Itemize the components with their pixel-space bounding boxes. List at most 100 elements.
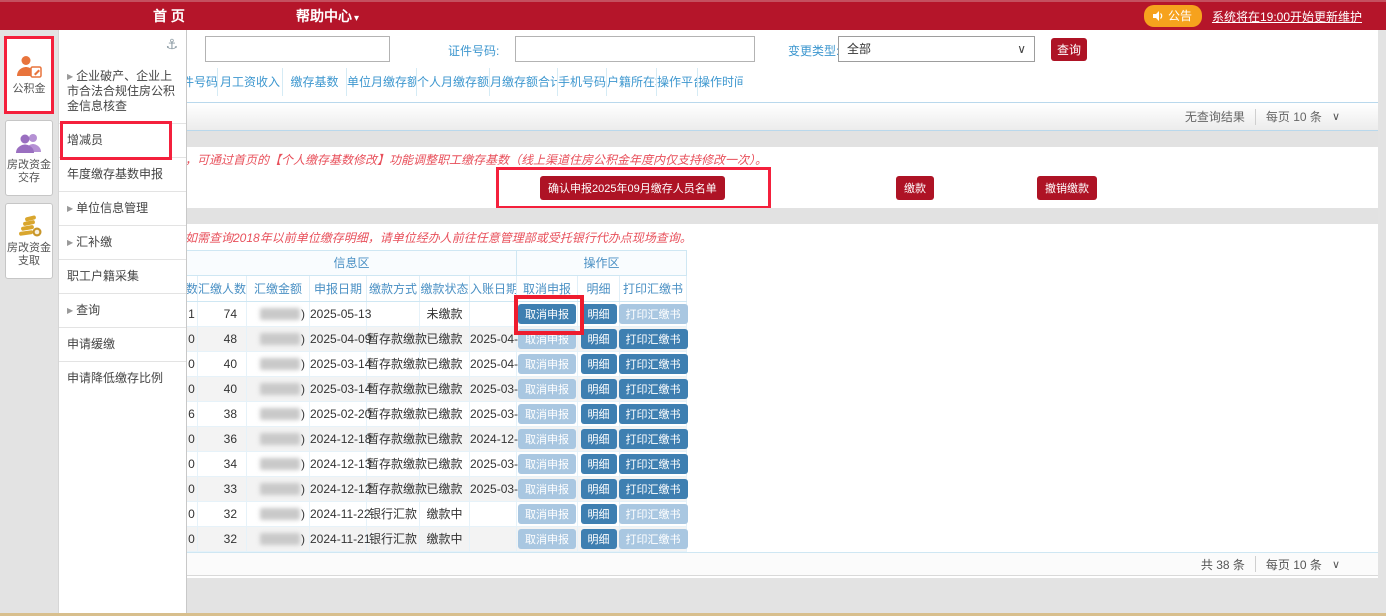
detail-button[interactable]: 明细	[581, 379, 617, 399]
print-remit-button[interactable]: 打印汇缴书	[619, 479, 688, 499]
cell-pay-status: 已缴款	[420, 402, 470, 427]
group-header-row: 信息区 操作区	[186, 250, 687, 276]
expand-arrow-icon: ▶	[67, 306, 73, 315]
anchor-pin-icon[interactable]: ⚓	[165, 36, 178, 53]
cell-pay-method: 银行汇款	[367, 502, 420, 527]
column-header: 月工资收入	[218, 68, 283, 96]
table-row: 0 36 ) 2024-12-18 暂存款缴款 已缴款 2024-12-18 取…	[186, 427, 687, 452]
cell-print: 打印汇缴书	[620, 402, 687, 427]
menu-item-hukou-collect[interactable]: 职工户籍采集	[59, 260, 186, 294]
cell-amount: )	[247, 452, 310, 477]
cancel-pay-button[interactable]: 撤销缴款	[1037, 176, 1097, 200]
rail-item-label: 公积金	[13, 83, 46, 96]
confirm-declare-button[interactable]: 确认申报2025年09月缴存人员名单	[540, 176, 725, 200]
masked-amount	[260, 358, 300, 370]
detail-button[interactable]: 明细	[581, 304, 617, 324]
people-icon	[15, 132, 43, 156]
column-header: 件号码	[182, 68, 218, 96]
detail-button[interactable]: 明细	[581, 354, 617, 374]
rail-item-gongjijin[interactable]: 公积金	[5, 37, 53, 113]
column-header: 操作平台	[657, 68, 698, 96]
pay-button[interactable]: 缴款	[896, 176, 934, 200]
menu-item-unit-info[interactable]: ▶单位信息管理	[59, 192, 186, 226]
cell-cancel-declare: 取消申报	[517, 527, 578, 552]
cell-people-count: 34	[198, 452, 247, 477]
nav-home[interactable]: 首 页	[153, 2, 185, 30]
table-row: 0 34 ) 2024-12-13 暂存款缴款 已缴款 2025-03-14 取…	[186, 452, 687, 477]
query-button[interactable]: 查询	[1051, 38, 1087, 61]
rail-item-fanggai-jiaocun[interactable]: 房改资金交存	[5, 120, 53, 196]
masked-amount	[260, 408, 300, 420]
account-input[interactable]	[205, 36, 390, 62]
id-number-input[interactable]	[515, 36, 755, 62]
announcement-bar: 公告 系统将在19:00开始更新维护	[1144, 2, 1362, 30]
change-type-select[interactable]: 全部 ∨	[838, 36, 1035, 62]
cell-amount: )	[247, 352, 310, 377]
cell-cancel-declare: 取消申报	[517, 302, 578, 327]
detail-button[interactable]: 明细	[581, 454, 617, 474]
print-remit-button: 打印汇缴书	[619, 504, 688, 524]
cell-detail: 明细	[578, 302, 620, 327]
cell-declare-date: 2025-02-20	[310, 402, 367, 427]
cell-pay-status: 已缴款	[420, 377, 470, 402]
change-type-value: 全部	[847, 42, 871, 56]
cell-declare-date: 2025-05-13	[310, 302, 367, 327]
table-row: 0 48 ) 2025-04-09 暂存款缴款 已缴款 2025-04-09 取…	[186, 327, 687, 352]
menu-item-annual-base-declare[interactable]: 年度缴存基数申报	[59, 158, 186, 192]
cell-amount: )	[247, 377, 310, 402]
detail-button[interactable]: 明细	[581, 329, 617, 349]
column-header: 入账日期	[470, 276, 517, 301]
column-header: 数	[186, 276, 198, 301]
cancel-declare-button: 取消申报	[518, 479, 576, 499]
employee-table-statusbar: 无查询结果 每页 10 条 ∨	[90, 102, 1378, 131]
cancel-declare-button[interactable]: 取消申报	[518, 304, 576, 324]
detail-button[interactable]: 明细	[581, 404, 617, 424]
cell-pay-method: 银行汇款	[367, 527, 420, 552]
print-remit-button[interactable]: 打印汇缴书	[619, 354, 688, 374]
cell-count-n: 6	[186, 402, 198, 427]
detail-button[interactable]: 明细	[581, 429, 617, 449]
chevron-down-icon[interactable]: ∨	[1332, 558, 1340, 571]
menu-item-huibujiao[interactable]: ▶汇补缴	[59, 226, 186, 260]
masked-amount	[260, 308, 300, 320]
menu-item-enterprise-check[interactable]: ▶企业破产、企业上市合法合规住房公积金信息核查	[59, 60, 186, 124]
print-remit-button[interactable]: 打印汇缴书	[619, 429, 688, 449]
print-remit-button[interactable]: 打印汇缴书	[619, 404, 688, 424]
print-remit-button: 打印汇缴书	[619, 529, 688, 549]
cell-cancel-declare: 取消申报	[517, 327, 578, 352]
column-header: 汇缴金额	[247, 276, 310, 301]
cell-pay-status: 已缴款	[420, 352, 470, 377]
cell-detail: 明细	[578, 502, 620, 527]
speaker-icon	[1152, 10, 1164, 22]
print-remit-button[interactable]: 打印汇缴书	[619, 454, 688, 474]
detail-button[interactable]: 明细	[581, 479, 617, 499]
column-header: 打印汇缴书	[620, 276, 687, 301]
menu-item-apply-defer[interactable]: 申请缓缴	[59, 328, 186, 362]
rail-item-fanggai-zhiqu[interactable]: 房改资金支取	[5, 203, 53, 279]
cell-print: 打印汇缴书	[620, 327, 687, 352]
cell-pay-method: 暂存款缴款	[367, 377, 420, 402]
detail-button[interactable]: 明细	[581, 504, 617, 524]
pager: 共 38 条 每页 10 条 ∨	[1201, 556, 1378, 573]
column-header: 单位月缴存额	[347, 68, 417, 96]
menu-item-apply-lower-ratio[interactable]: 申请降低缴存比例	[59, 362, 186, 395]
cell-detail: 明细	[578, 452, 620, 477]
menu-item-zengjianyuan[interactable]: 增减员	[59, 124, 186, 158]
chevron-down-icon[interactable]: ∨	[1332, 110, 1340, 123]
cell-cancel-declare: 取消申报	[517, 477, 578, 502]
print-remit-button[interactable]: 打印汇缴书	[619, 379, 688, 399]
announcement-link[interactable]: 系统将在19:00开始更新维护	[1212, 8, 1362, 25]
nav-help-menu[interactable]: 帮助中心▾	[296, 2, 359, 30]
cell-declare-date: 2024-12-13	[310, 452, 367, 477]
cell-pay-status: 缴款中	[420, 527, 470, 552]
print-remit-button[interactable]: 打印汇缴书	[619, 329, 688, 349]
detail-button[interactable]: 明细	[581, 529, 617, 549]
menu-item-query[interactable]: ▶查询	[59, 294, 186, 328]
cell-detail: 明细	[578, 377, 620, 402]
divider	[1255, 556, 1256, 572]
cell-declare-date: 2025-04-09	[310, 327, 367, 352]
column-header: 操作时间	[698, 68, 743, 96]
cell-count-n: 0	[186, 427, 198, 452]
masked-amount	[260, 458, 300, 470]
cell-count-n: 0	[186, 477, 198, 502]
